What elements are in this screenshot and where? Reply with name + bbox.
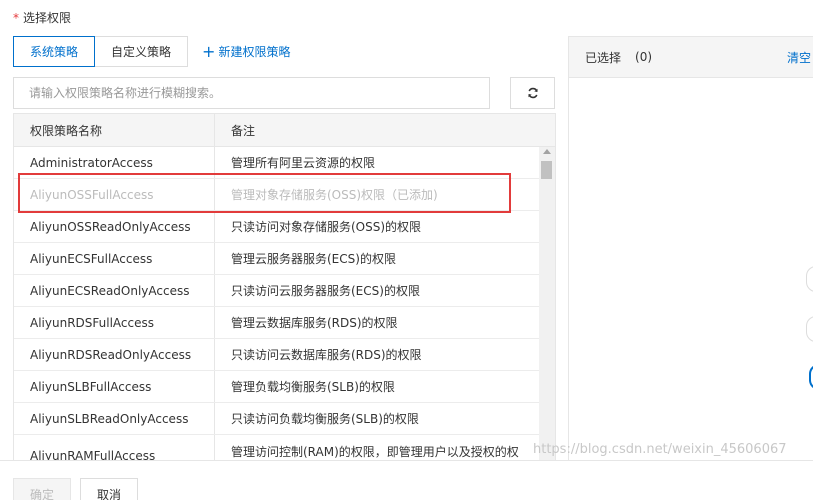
refresh-button[interactable] [510, 77, 555, 109]
selected-count: (0) [635, 50, 653, 64]
table-header: 权限策略名称 备注 [14, 114, 555, 147]
table-row[interactable]: AliyunRDSFullAccess 管理云数据库服务(RDS)的权限 [14, 307, 540, 339]
column-header-note: 备注 [231, 123, 256, 138]
policy-name-cell: AliyunSLBReadOnlyAccess [14, 403, 215, 434]
selected-label: 已选择 [585, 50, 622, 65]
policy-note-cell: 只读访问云服务器服务(ECS)的权限 [231, 284, 420, 298]
policy-name-cell: AliyunOSSReadOnlyAccess [14, 211, 215, 242]
policy-name-cell: AdministratorAccess [14, 147, 215, 178]
policy-name-cell: AliyunRDSFullAccess [14, 307, 215, 338]
policy-note-cell: 只读访问负载均衡服务(SLB)的权限 [231, 412, 419, 426]
policy-note-cell: 管理云数据库服务(RDS)的权限 [231, 316, 398, 330]
policy-name-cell: AliyunECSFullAccess [14, 243, 215, 274]
cancel-button[interactable]: 取消 [80, 478, 139, 500]
policy-note-cell: 只读访问云数据库服务(RDS)的权限 [231, 348, 422, 362]
policy-name-cell: AliyunSLBFullAccess [14, 371, 215, 402]
table-body: AdministratorAccess 管理所有阿里云资源的权限 AliyunOSS… [14, 147, 555, 460]
table-row[interactable]: AliyunSLBFullAccess 管理负载均衡服务(SLB)的权限 [14, 371, 540, 403]
new-policy-link[interactable]: + 新建权限策略 [202, 36, 290, 67]
table-row[interactable]: AliyunRAMFullAccess 管理访问控制(RAM)的权限，即管理用户以… [14, 435, 540, 460]
policy-note-cell: 管理对象存储服务(OSS)权限（已添加) [231, 188, 438, 202]
table-row[interactable]: AliyunECSFullAccess 管理云服务器服务(ECS)的权限 [14, 243, 540, 275]
footer-bar: 确定 取消 [0, 460, 813, 500]
permission-section-label: * 选择权限 [13, 9, 71, 26]
policy-name-cell: AliyunRAMFullAccess [14, 435, 215, 460]
required-mark: * [13, 11, 19, 25]
refresh-icon [527, 87, 538, 99]
policy-note-cell: 管理负载均衡服务(SLB)的权限 [231, 380, 395, 394]
plus-icon: + [202, 41, 216, 61]
policy-note-cell: 管理云服务器服务(ECS)的权限 [231, 252, 396, 266]
scrollbar-thumb[interactable] [541, 161, 552, 179]
policy-note-cell: 只读访问对象存储服务(OSS)的权限 [231, 220, 422, 234]
scroll-up-arrow-icon[interactable] [543, 149, 551, 154]
policy-search-input[interactable] [13, 77, 490, 109]
policy-name-cell: AliyunOSSFullAccess [14, 179, 215, 210]
policy-name-cell: AliyunRDSReadOnlyAccess [14, 339, 215, 370]
table-row[interactable]: AliyunRDSReadOnlyAccess 只读访问云数据库服务(RDS)的权… [14, 339, 540, 371]
table-row[interactable]: AliyunECSReadOnlyAccess 只读访问云服务器服务(ECS)的权… [14, 275, 540, 307]
table-row[interactable]: AliyunOSSReadOnlyAccess 只读访问对象存储服务(OSS)的权… [14, 211, 540, 243]
policy-note-cell: 管理访问控制(RAM)的权限，即管理用户以及授权的权 [231, 445, 519, 459]
selected-panel-header: 已选择 (0) 清空 [569, 37, 813, 78]
policy-tabs: 系统策略 自定义策略 + 新建权限策略 [13, 36, 290, 67]
confirm-button[interactable]: 确定 [13, 478, 72, 500]
section-title: 选择权限 [23, 11, 72, 25]
table-row[interactable]: AdministratorAccess 管理所有阿里云资源的权限 [14, 147, 540, 179]
policy-table: 权限策略名称 备注 AdministratorAccess 管理所有阿里云资源的权… [13, 113, 556, 461]
policy-name-cell: AliyunECSReadOnlyAccess [14, 275, 215, 306]
table-row: AliyunOSSFullAccess 管理对象存储服务(OSS)权限（已添加) [14, 179, 540, 211]
selected-panel: 已选择 (0) 清空 [568, 36, 813, 466]
tab-system-policy[interactable]: 系统策略 [13, 36, 96, 67]
new-policy-label: 新建权限策略 [218, 45, 291, 59]
clear-link[interactable]: 清空 [787, 49, 811, 66]
table-row[interactable]: AliyunSLBReadOnlyAccess 只读访问负载均衡服务(SLB)的权… [14, 403, 540, 435]
table-scrollbar[interactable] [539, 147, 555, 460]
tab-custom-policy[interactable]: 自定义策略 [94, 36, 189, 67]
column-header-policy-name: 权限策略名称 [14, 114, 215, 146]
policy-note-cell: 管理所有阿里云资源的权限 [231, 156, 376, 170]
watermark: https://blog.csdn.net/weixin_45606067 [533, 442, 787, 457]
